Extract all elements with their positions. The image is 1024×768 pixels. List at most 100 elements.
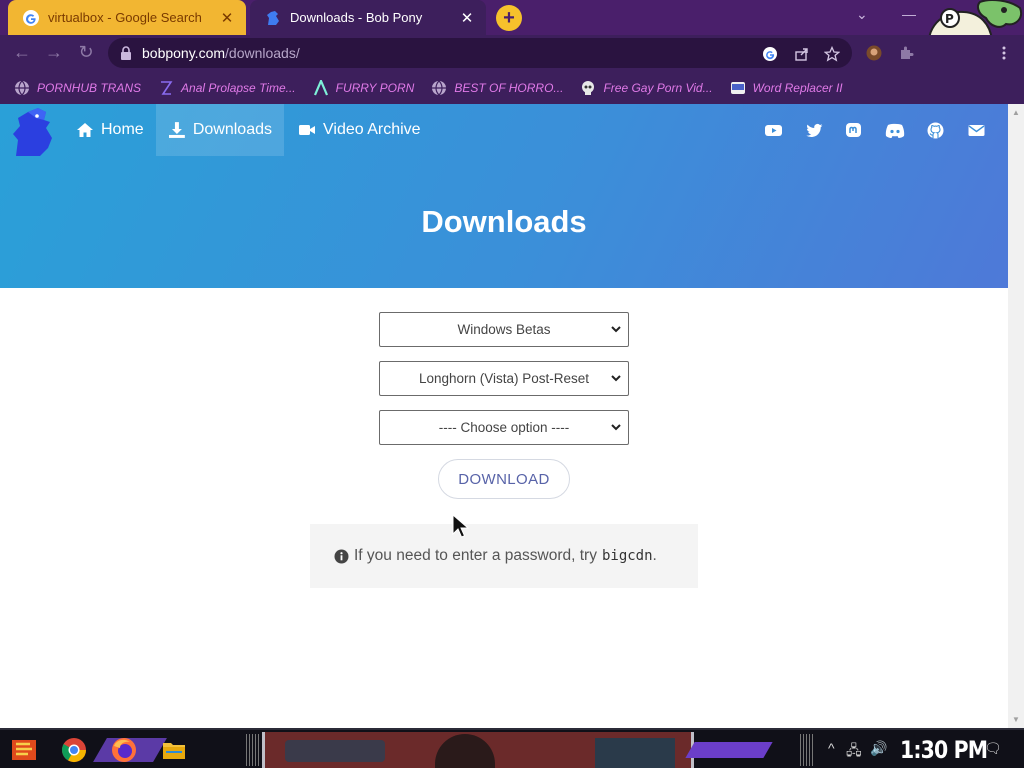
- svg-text:P: P: [945, 12, 954, 26]
- taskbar-accent: [685, 742, 773, 758]
- more-menu-icon[interactable]: [996, 45, 1012, 61]
- nav-label: Downloads: [192, 121, 272, 138]
- nav-home[interactable]: Home: [64, 104, 156, 156]
- site-navbar: Home Downloads Video Archive: [0, 104, 1008, 156]
- download-button[interactable]: DOWNLOAD: [438, 459, 570, 499]
- profile-avatar-icon[interactable]: [866, 45, 882, 61]
- bracket-icon: [161, 80, 173, 95]
- bookmark-word-replacer[interactable]: Word Replacer II: [730, 80, 843, 96]
- screen: virtualbox - Google Search ✕ Downloads -…: [0, 0, 1024, 768]
- tab-strip: virtualbox - Google Search ✕ Downloads -…: [0, 0, 1024, 58]
- taskbar: ^ 🖧 🔊 1:30 PM 🗨: [0, 728, 1024, 768]
- bookmarks-bar: PORNHUB TRANS Anal Prolapse Time... FURR…: [0, 71, 1024, 104]
- folder-icon[interactable]: [160, 736, 188, 764]
- url-path: /downloads/: [225, 45, 300, 61]
- bookmark-pornhub-trans[interactable]: PORNHUB TRANS: [14, 80, 141, 96]
- volume-icon[interactable]: 🔊: [870, 740, 887, 757]
- network-icon[interactable]: 🖧: [846, 740, 862, 764]
- close-tab-icon[interactable]: ✕: [458, 9, 476, 27]
- taskbar-decoration: [246, 734, 260, 766]
- back-button[interactable]: ←: [10, 42, 34, 63]
- notifications-icon[interactable]: 🗨: [984, 740, 1002, 757]
- video-camera-icon: [299, 125, 315, 135]
- system-clock[interactable]: 1:30 PM: [900, 736, 988, 764]
- bookmark-label: Free Gay Porn Vid...: [603, 80, 713, 95]
- password-notice: If you need to enter a password, try big…: [310, 524, 698, 588]
- youtube-icon[interactable]: [765, 122, 782, 139]
- mouse-cursor-icon: [452, 514, 470, 538]
- bookmark-star-icon[interactable]: [824, 46, 840, 62]
- web-page: Home Downloads Video Archive Downloads W…: [0, 104, 1008, 728]
- category-select[interactable]: Windows Betas: [379, 312, 629, 347]
- nav-downloads[interactable]: Downloads: [156, 104, 284, 156]
- minimize-icon[interactable]: —: [902, 6, 916, 22]
- globe-icon: [432, 80, 447, 96]
- nav-video-archive[interactable]: Video Archive: [286, 104, 433, 156]
- bookmark-best-of-horror[interactable]: BEST OF HORRO...: [431, 80, 563, 96]
- bob-pony-logo[interactable]: [10, 106, 60, 156]
- home-icon: [77, 123, 93, 137]
- address-bar[interactable]: bobpony.com/downloads/: [108, 38, 852, 68]
- page-scrollbar[interactable]: ▲ ▼: [1008, 104, 1024, 728]
- bookmark-label: PORNHUB TRANS: [37, 80, 142, 95]
- mastodon-icon[interactable]: [845, 122, 862, 139]
- google-lens-icon[interactable]: [762, 46, 778, 62]
- skull-icon: [582, 80, 595, 95]
- nav-label: Home: [101, 121, 144, 138]
- bookmark-free-gay[interactable]: Free Gay Porn Vid...: [580, 80, 713, 96]
- select-value: Windows Betas: [457, 322, 551, 337]
- page-title: Downloads: [421, 204, 587, 239]
- tab-downloads-bob-pony[interactable]: Downloads - Bob Pony ✕: [250, 0, 486, 35]
- tray-chevron-icon[interactable]: ^: [828, 740, 835, 756]
- bookmark-label: Anal Prolapse Time...: [181, 80, 296, 95]
- globe-icon: [15, 80, 29, 96]
- github-icon[interactable]: [927, 122, 944, 139]
- url-host: bobpony.com: [142, 45, 226, 61]
- tab-search-icon[interactable]: ⌄: [856, 6, 868, 23]
- select-value: Longhorn (Vista) Post-Reset: [418, 371, 590, 386]
- chevron-down-icon: [611, 424, 621, 431]
- notice-suffix: .: [652, 547, 657, 564]
- google-icon: [23, 9, 39, 26]
- bookmark-label: BEST OF HORRO...: [454, 80, 564, 95]
- bob-pony-icon: [267, 10, 279, 25]
- password-code: bigcdn: [601, 548, 653, 564]
- forward-button[interactable]: →: [42, 42, 66, 63]
- tab-virtualbox-search[interactable]: virtualbox - Google Search ✕: [8, 0, 246, 35]
- chevron-down-icon: [611, 326, 621, 333]
- wr-icon: [730, 81, 745, 94]
- email-icon[interactable]: [968, 122, 985, 139]
- scroll-down-icon[interactable]: ▼: [1012, 715, 1020, 724]
- chrome-icon[interactable]: [60, 736, 88, 764]
- select-value: ---- Choose option ----: [438, 420, 570, 435]
- subcategory-select[interactable]: Longhorn (Vista) Post-Reset: [379, 361, 629, 396]
- info-icon: [334, 549, 349, 563]
- firefox-icon[interactable]: [110, 736, 138, 764]
- reload-button[interactable]: ↻: [74, 42, 98, 63]
- discord-icon[interactable]: [885, 122, 905, 139]
- browser-toolbar: ← → ↻ bobpony.com/downloads/: [0, 35, 1024, 71]
- bookmark-label: Word Replacer II: [752, 80, 843, 95]
- bookmark-label: FURRY PORN: [335, 80, 415, 95]
- build-select[interactable]: ---- Choose option ----: [379, 410, 629, 445]
- lock-icon: [121, 46, 131, 60]
- chevron-down-icon: [611, 375, 621, 382]
- scroll-up-icon[interactable]: ▲: [1012, 108, 1020, 117]
- bookmark-furry[interactable]: FURRY PORN: [313, 79, 415, 96]
- nav-label: Video Archive: [323, 121, 421, 138]
- extensions-icon[interactable]: [898, 45, 914, 61]
- share-icon[interactable]: [794, 46, 810, 62]
- download-icon: [168, 122, 185, 138]
- twitter-icon[interactable]: [806, 122, 823, 139]
- bookmark-anal-prolapse[interactable]: Anal Prolapse Time...: [158, 80, 296, 96]
- start-icon[interactable]: [10, 736, 38, 764]
- arrow-logo-icon: [313, 79, 328, 95]
- taskbar-decoration: [800, 734, 814, 766]
- notice-text: If you need to enter a password, try: [354, 547, 597, 564]
- taskbar-wallpaper-preview: [262, 732, 694, 768]
- tab-title: virtualbox - Google Search: [48, 10, 202, 25]
- tab-title: Downloads - Bob Pony: [290, 10, 423, 25]
- new-tab-button[interactable]: +: [496, 5, 522, 31]
- close-tab-icon[interactable]: ✕: [218, 9, 236, 27]
- hero-banner: Home Downloads Video Archive Downloads: [0, 104, 1008, 288]
